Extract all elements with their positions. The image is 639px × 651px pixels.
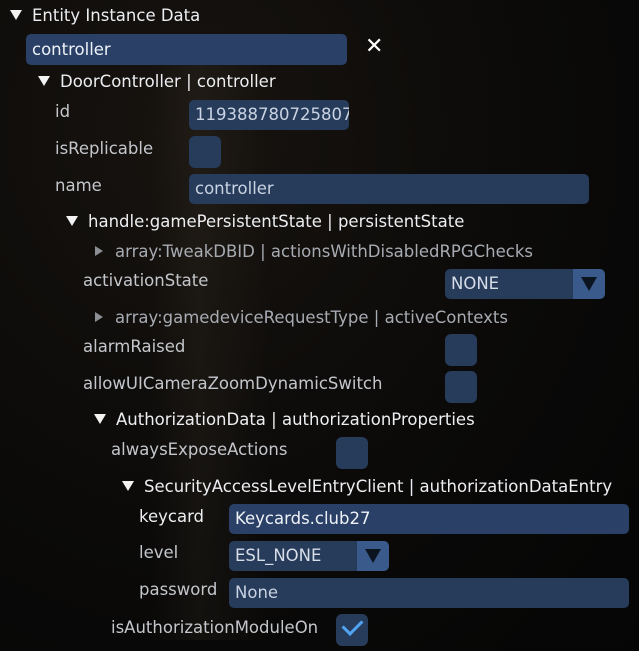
activation-state-label: activationState	[83, 271, 209, 290]
collapsed-caret-icon	[95, 311, 103, 322]
persistent-state-label: handle:gamePersistentState | persistentS…	[88, 212, 465, 231]
activation-state-value: NONE	[451, 274, 500, 293]
expanded-caret-icon	[38, 75, 50, 86]
door-controller-node[interactable]: DoorController | controller	[38, 72, 276, 91]
alarm-raised-label: alarmRaised	[83, 337, 186, 356]
collapsed-caret-icon	[95, 245, 103, 256]
authorization-data-label: AuthorizationData | authorizationPropert…	[116, 410, 475, 429]
expanded-caret-icon	[122, 480, 134, 491]
active-contexts-node[interactable]: array:gamedeviceRequestType | activeCont…	[95, 308, 508, 327]
level-value: ESL_NONE	[235, 546, 322, 565]
is-auth-module-on-label: isAuthorizationModuleOn	[111, 618, 319, 637]
is-replicable-checkbox[interactable]	[189, 136, 221, 168]
is-replicable-label: isReplicable	[55, 139, 154, 158]
password-label: password	[139, 580, 218, 599]
allow-zoom-label: allowUICameraZoomDynamicSwitch	[83, 374, 383, 393]
door-controller-label: DoorController | controller	[60, 72, 276, 91]
keycard-label: keycard	[139, 507, 205, 526]
id-label: id	[55, 102, 71, 121]
security-entry-node[interactable]: SecurityAccessLevelEntryClient | authori…	[122, 477, 612, 496]
panel-title: Entity Instance Data	[32, 6, 201, 25]
alarm-raised-checkbox[interactable]	[445, 334, 477, 366]
password-field[interactable]: None	[229, 578, 629, 608]
id-field[interactable]: 119388780725807177	[189, 100, 349, 130]
expanded-caret-icon	[10, 9, 22, 20]
actions-disabled-label: array:TweakDBID | actionsWithDisabledRPG…	[115, 242, 534, 261]
level-label: level	[139, 543, 179, 562]
level-dropdown[interactable]: ESL_NONE	[229, 541, 389, 571]
active-contexts-label: array:gamedeviceRequestType | activeCont…	[115, 308, 508, 327]
expanded-caret-icon	[66, 215, 78, 226]
dropdown-arrow-icon[interactable]	[357, 541, 389, 571]
persistent-state-node[interactable]: handle:gamePersistentState | persistentS…	[66, 212, 464, 231]
search-input[interactable]: controller	[26, 34, 347, 65]
actions-disabled-node[interactable]: array:TweakDBID | actionsWithDisabledRPG…	[95, 242, 533, 261]
name-label: name	[55, 176, 102, 195]
is-auth-module-on-checkbox[interactable]	[336, 614, 368, 646]
security-entry-label: SecurityAccessLevelEntryClient | authori…	[144, 477, 613, 496]
activation-state-dropdown[interactable]: NONE	[445, 269, 605, 299]
name-field[interactable]: controller	[189, 174, 589, 204]
authorization-data-node[interactable]: AuthorizationData | authorizationPropert…	[94, 410, 475, 429]
keycard-field[interactable]: Keycards.club27	[229, 504, 629, 534]
clear-search-icon[interactable]: ✕	[365, 34, 383, 59]
expanded-caret-icon	[94, 413, 106, 424]
checkmark-icon	[341, 614, 364, 636]
allow-zoom-checkbox[interactable]	[445, 371, 477, 403]
always-expose-label: alwaysExposeActions	[111, 440, 288, 459]
always-expose-checkbox[interactable]	[336, 437, 368, 469]
entity-instance-data-header[interactable]: Entity Instance Data	[10, 6, 200, 25]
dropdown-arrow-icon[interactable]	[573, 269, 605, 299]
